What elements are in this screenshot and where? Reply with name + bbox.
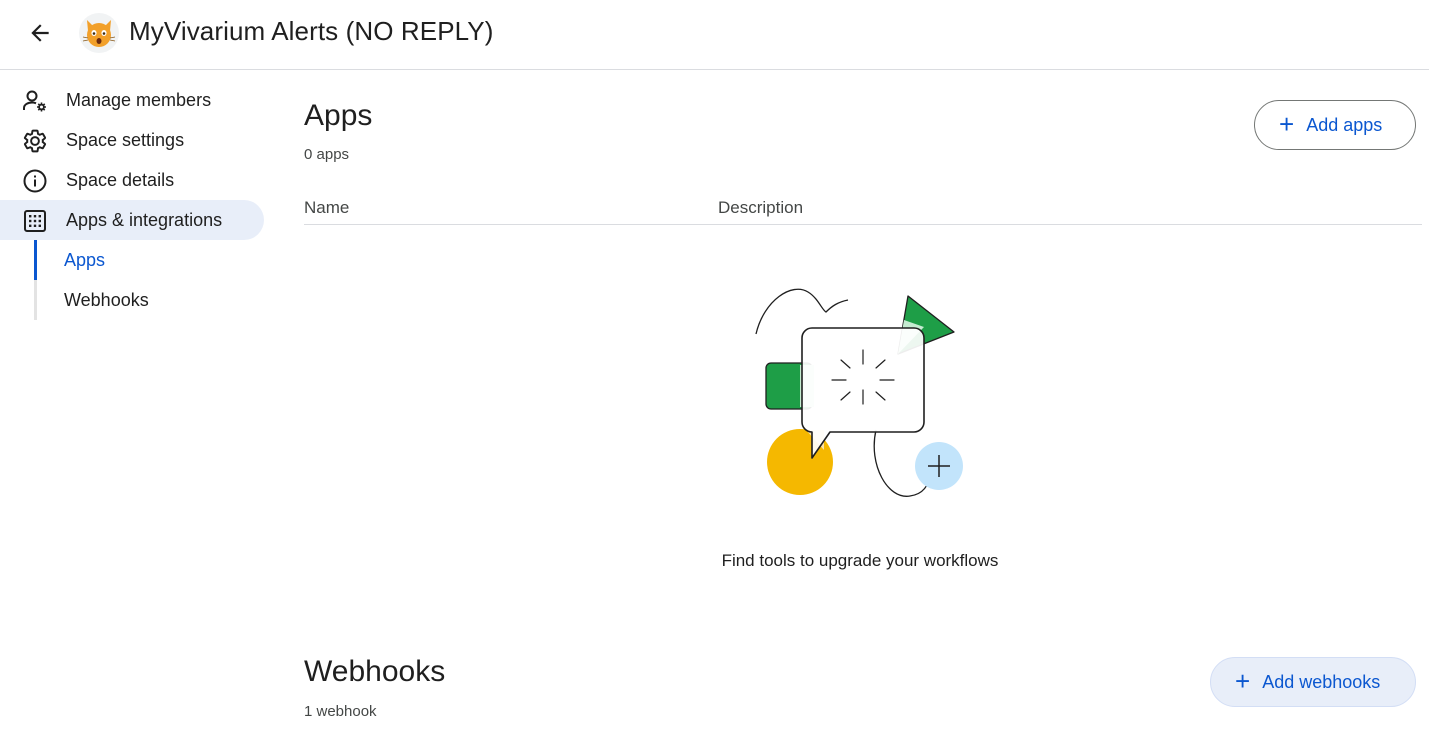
space-title: MyVivarium Alerts (NO REPLY): [129, 16, 494, 46]
gear-icon: [22, 128, 48, 154]
app-header: MyVivarium Alerts (NO REPLY): [0, 0, 1429, 70]
arrow-left-icon: [31, 24, 49, 42]
apps-section-title: Apps: [304, 99, 373, 132]
apps-count: 0 apps: [304, 146, 350, 163]
webhooks-count: 1 webhook: [304, 703, 377, 720]
apps-grid-icon: [22, 208, 48, 234]
sidebar-item-label: Space settings: [66, 130, 185, 150]
sidebar-subitem-apps[interactable]: Apps: [38, 240, 264, 280]
subnav-active-indicator: [34, 240, 37, 280]
column-header-name: Name: [304, 198, 350, 217]
cat-face-icon: [82, 20, 116, 47]
sidebar-subitem-label: Webhooks: [64, 290, 149, 310]
back-button[interactable]: [20, 13, 60, 53]
sidebar-item-manage-members[interactable]: Manage members: [0, 80, 264, 120]
plus-icon: +: [1279, 108, 1295, 139]
sidebar-item-label: Manage members: [66, 90, 212, 110]
space-avatar: [79, 13, 119, 53]
sidebar-subitem-webhooks[interactable]: Webhooks: [38, 280, 264, 320]
manage-members-icon: [22, 88, 48, 114]
info-icon: [22, 168, 48, 194]
sidebar-item-space-settings[interactable]: Space settings: [0, 120, 264, 160]
add-webhooks-button[interactable]: + Add webhooks: [1210, 657, 1416, 707]
empty-state-illustration: [755, 288, 963, 497]
sidebar-item-apps-integrations[interactable]: Apps & integrations: [0, 200, 264, 240]
sidebar-item-label: Space details: [66, 170, 175, 190]
webhooks-section-title: Webhooks: [304, 655, 446, 688]
table-divider: [304, 224, 1422, 225]
empty-state-message: Find tools to upgrade your workflows: [721, 551, 999, 570]
column-header-description: Description: [718, 198, 804, 217]
sidebar-item-label: Apps & integrations: [66, 210, 223, 230]
sidebar-item-space-details[interactable]: Space details: [0, 160, 264, 200]
sidebar-subitem-label: Apps: [64, 250, 106, 270]
add-apps-button[interactable]: + Add apps: [1254, 100, 1416, 150]
plus-icon: +: [1235, 665, 1251, 696]
